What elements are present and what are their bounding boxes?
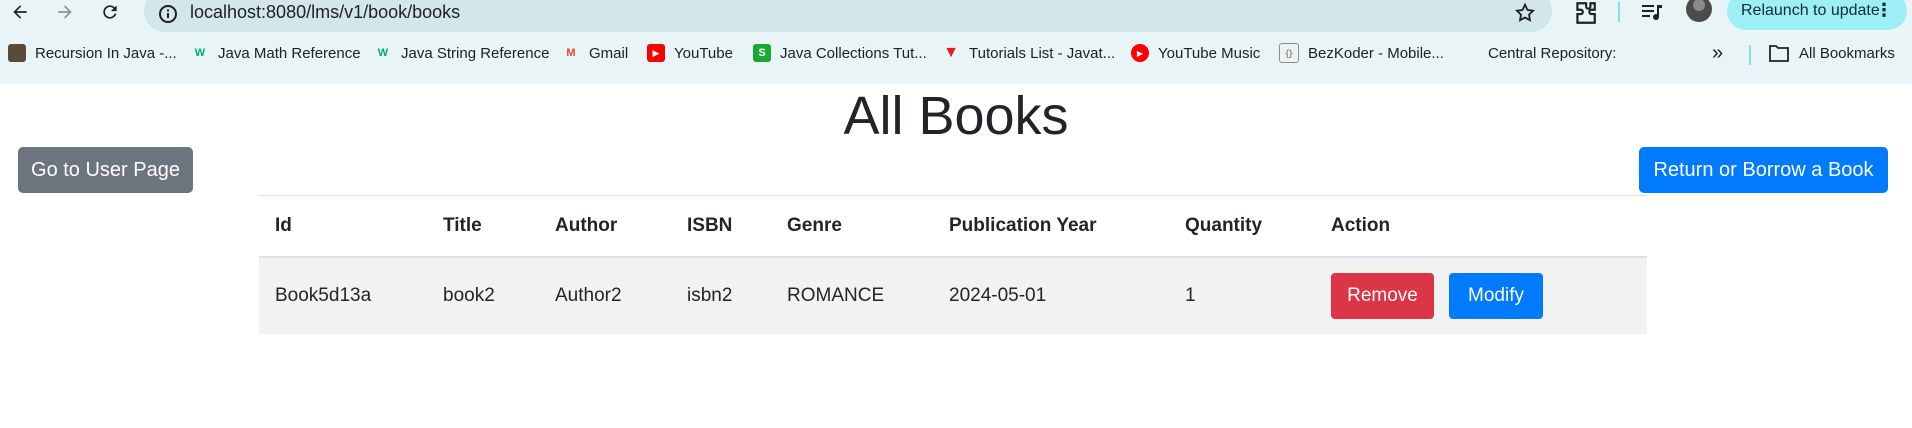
profile-avatar[interactable]	[1686, 0, 1712, 22]
w3-favicon-icon: W	[377, 47, 389, 59]
page-content: All Books Go to User Page Return or Borr…	[0, 84, 1912, 428]
back-arrow-icon[interactable]	[8, 0, 32, 24]
books-table: Id Title Author ISBN Genre Publication Y…	[259, 195, 1647, 334]
table-header-row: Id Title Author ISBN Genre Publication Y…	[259, 195, 1647, 258]
toolbar-divider	[1618, 2, 1620, 22]
bookmark-star-icon[interactable]	[1514, 2, 1536, 24]
bookmark-youtube-music[interactable]: ▶ YouTube Music	[1131, 40, 1260, 66]
gmail-favicon-icon: M	[566, 47, 576, 59]
column-header-author: Author	[539, 195, 671, 258]
bookmark-youtube[interactable]: ▶ YouTube	[647, 40, 733, 66]
cell-genre: ROMANCE	[771, 257, 933, 334]
book-favicon-icon	[8, 44, 26, 62]
extensions-icon[interactable]	[1572, 0, 1598, 26]
go-to-user-page-button[interactable]: Go to User Page	[18, 147, 193, 193]
bookmark-central-repository[interactable]: Central Repository:	[1461, 40, 1616, 66]
column-header-action: Action	[1315, 195, 1647, 258]
bookmark-label: Java Math Reference	[218, 44, 361, 62]
column-header-publication-year: Publication Year	[933, 195, 1169, 258]
table-row: Book5d13a book2 Author2 isbn2 ROMANCE 20…	[259, 257, 1647, 334]
bookmark-gmail[interactable]: M Gmail	[562, 40, 628, 66]
browser-chrome: localhost:8080/lms/v1/book/books Relaunc…	[0, 0, 1912, 84]
bookmark-label: Central Repository:	[1488, 44, 1617, 62]
bookmark-label: Java String Reference	[401, 44, 550, 62]
more-bookmarks-chevron-icon[interactable]: »	[1712, 40, 1723, 66]
s-favicon-icon: S	[753, 44, 771, 62]
page-title: All Books	[843, 86, 1069, 146]
column-header-isbn: ISBN	[671, 195, 771, 258]
reload-icon[interactable]	[98, 0, 122, 24]
blank-favicon-icon	[1461, 44, 1479, 62]
relaunch-label: Relaunch to update	[1741, 2, 1880, 19]
more-menu-icon[interactable]: ⋮	[1875, 0, 1893, 21]
cell-quantity: 1	[1169, 257, 1315, 334]
cell-publication-year: 2024-05-01	[933, 257, 1169, 334]
all-bookmarks-label: All Bookmarks	[1799, 44, 1895, 62]
w3-favicon-icon: W	[194, 47, 206, 59]
return-or-borrow-book-button[interactable]: Return or Borrow a Book	[1639, 147, 1888, 193]
javatpoint-favicon-icon: ▼	[943, 44, 959, 61]
cell-author: Author2	[539, 257, 671, 334]
youtube-favicon-icon: ▶	[647, 44, 665, 62]
url-text[interactable]: localhost:8080/lms/v1/book/books	[190, 2, 460, 23]
column-header-id: Id	[259, 195, 427, 258]
bookmark-java-math-reference[interactable]: W Java Math Reference	[191, 40, 361, 66]
modify-book-button[interactable]: Modify	[1449, 273, 1543, 319]
bookmark-label: Java Collections Tut...	[780, 44, 927, 62]
bookmark-recursion-in-java[interactable]: Recursion In Java -...	[8, 40, 177, 66]
cell-id: Book5d13a	[259, 257, 427, 334]
remove-book-button[interactable]: Remove	[1331, 273, 1434, 319]
youtube-music-favicon-icon: ▶	[1131, 44, 1149, 62]
site-info-icon[interactable]	[158, 4, 178, 24]
column-header-genre: Genre	[771, 195, 933, 258]
bookmark-tutorials-list[interactable]: ▼ Tutorials List - Javat...	[942, 40, 1115, 66]
bookmark-label: Gmail	[589, 44, 629, 62]
media-controls-icon[interactable]	[1640, 0, 1664, 24]
bookmark-label: YouTube Music	[1158, 44, 1261, 62]
bookmark-label: Tutorials List - Javat...	[969, 44, 1116, 62]
folder-icon	[1769, 45, 1789, 62]
bookmark-label: Recursion In Java -...	[35, 44, 177, 62]
bookmark-label: BezKoder - Mobile...	[1308, 44, 1444, 62]
bookmark-bezkoder[interactable]: {} BezKoder - Mobile...	[1279, 40, 1444, 66]
cell-isbn: isbn2	[671, 257, 771, 334]
column-header-title: Title	[427, 195, 539, 258]
all-bookmarks-button[interactable]: All Bookmarks	[1769, 40, 1895, 66]
cell-actions: Remove Modify	[1315, 257, 1647, 334]
column-header-quantity: Quantity	[1169, 195, 1315, 258]
bookmarks-divider	[1749, 45, 1751, 65]
bookmarks-bar: Recursion In Java -... W Java Math Refer…	[0, 25, 1912, 84]
bookmark-label: YouTube	[674, 44, 733, 62]
browser-toolbar: localhost:8080/lms/v1/book/books Relaunc…	[0, 0, 1912, 32]
bookmark-java-string-reference[interactable]: W Java String Reference	[374, 40, 550, 66]
forward-arrow-icon[interactable]	[53, 0, 77, 24]
bookmark-java-collections[interactable]: S Java Collections Tut...	[753, 40, 927, 66]
bezkoder-favicon-icon: {}	[1279, 43, 1299, 63]
cell-title: book2	[427, 257, 539, 334]
